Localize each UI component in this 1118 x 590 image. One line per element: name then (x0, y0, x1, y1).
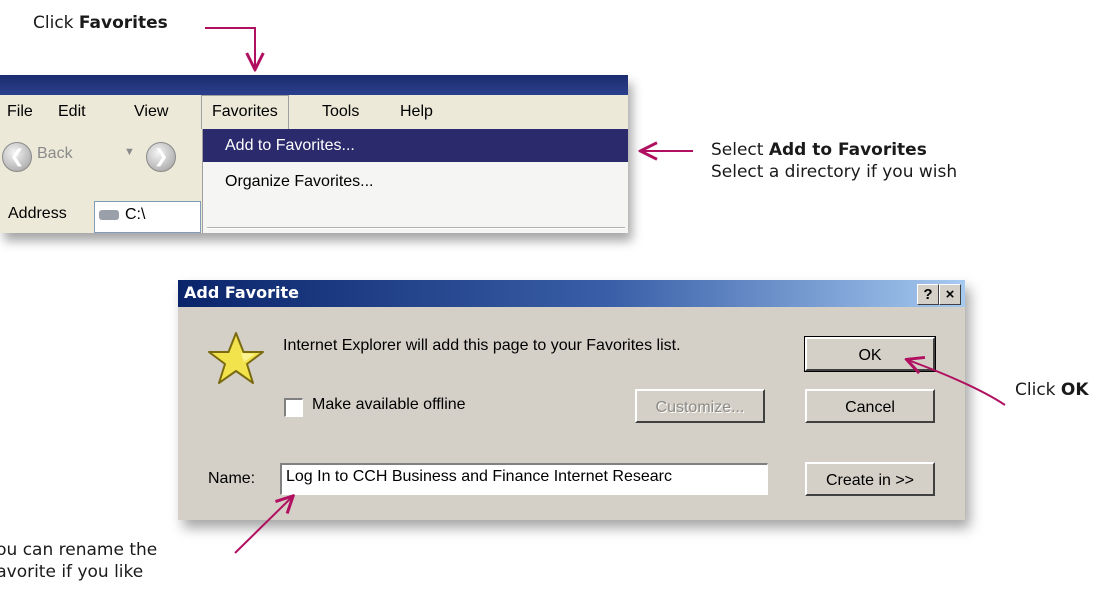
annotation-arrows (205, 27, 1006, 554)
arrow-to-ok (908, 360, 1006, 406)
arrow-to-favorites (205, 27, 255, 68)
arrow-to-name (234, 497, 292, 554)
